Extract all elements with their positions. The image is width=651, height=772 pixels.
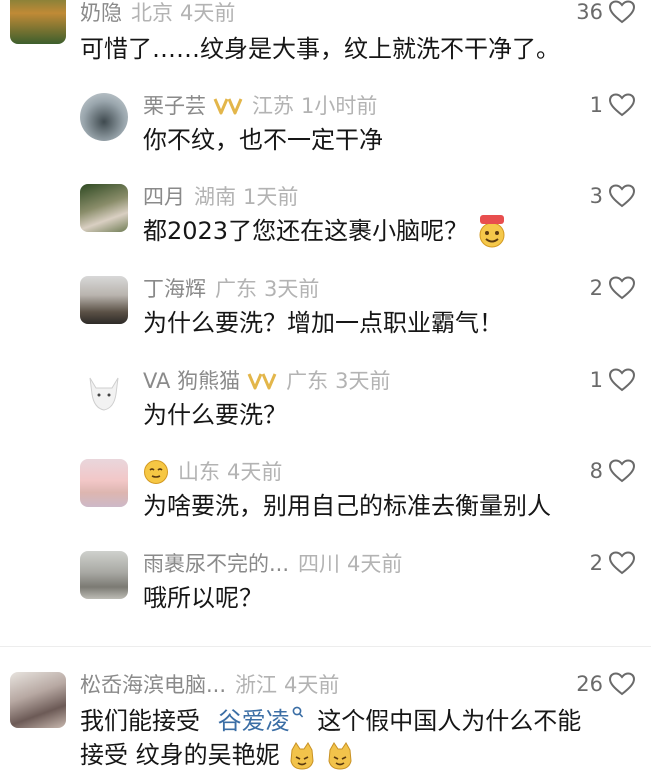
location: 江苏: [252, 94, 294, 118]
comment-text: 都2023了您还在这裹小脑呢？: [143, 214, 508, 249]
top-comment: 奶隐 北京 4天前 可惜了……纹身是大事，纹上就洗不干净了。 36: [0, 0, 651, 70]
search-tag-label: 谷爱凌: [217, 707, 290, 735]
emoji-666-icon: [479, 215, 505, 248]
like-button[interactable]: 2: [590, 551, 635, 575]
reply-item: 栗子芸 江苏 1小时前 你不纹，也不一定干净 1: [0, 93, 651, 163]
reply-item: 山东 4天前 为啥要洗，别用自己的标准去衡量别人 8: [0, 459, 651, 529]
cat-emoji-icon: [328, 742, 352, 770]
location: 广东: [215, 277, 257, 301]
cat-avatar-icon: [89, 377, 119, 411]
avatar[interactable]: [10, 672, 66, 728]
location: 湖南: [194, 185, 236, 209]
search-icon: [292, 706, 303, 718]
comment-text: 你不纹，也不一定干净: [143, 126, 383, 154]
reply-item: 丁海辉 广东 3天前 为什么要洗？增加一点职业霸气！ 2: [0, 276, 651, 346]
like-count: 3: [589, 184, 603, 208]
time: 4天前: [180, 1, 236, 25]
time: 3天前: [264, 277, 320, 301]
time: 4天前: [347, 552, 403, 576]
like-count: 1: [589, 368, 603, 392]
like-count: 36: [576, 0, 603, 24]
avatar[interactable]: [80, 93, 128, 141]
location: 山东: [178, 460, 220, 484]
location: 广东: [286, 369, 329, 393]
comment-text: 为什么要洗？: [143, 401, 287, 429]
heart-icon: [609, 0, 635, 24]
heart-icon: [609, 459, 635, 483]
location: 四川: [298, 552, 341, 576]
like-count: 2: [589, 276, 603, 300]
like-button[interactable]: 26: [576, 672, 635, 696]
like-button[interactable]: 1: [590, 93, 635, 117]
heart-icon: [609, 276, 635, 300]
username[interactable]: VA 狗熊猫: [143, 368, 240, 394]
comment-item: 松岙海滨电脑... 浙江 4天前 我们能接受 谷爱凌 这个假中国人为什么不能 接…: [0, 672, 651, 771]
comment-text-part: 这个假中国人为什么不能: [317, 707, 582, 735]
cat-emoji-icon: [290, 742, 314, 770]
search-tag-link[interactable]: 谷爱凌: [217, 706, 318, 735]
heart-icon: [609, 184, 635, 208]
like-count: 2: [589, 551, 603, 575]
heart-icon: [609, 551, 635, 575]
comment-text: 哦所以呢？: [143, 584, 263, 612]
reply-item: VA 狗熊猫 广东 3天前 为什么要洗？ 1: [0, 368, 651, 438]
comment-text-content: 都2023了您还在这裹小脑呢？: [143, 217, 469, 245]
badge-icon: [213, 96, 243, 116]
time: 3天前: [335, 369, 391, 393]
heart-icon: [609, 368, 635, 392]
time: 1天前: [243, 185, 299, 209]
username[interactable]: 丁海辉: [143, 276, 206, 302]
like-count: 1: [589, 93, 603, 117]
comment-text-line2: 接受 纹身的吴艳妮: [80, 738, 355, 772]
comment-text-part: 接受 纹身的吴艳妮: [80, 741, 280, 769]
like-count: 8: [589, 459, 603, 483]
avatar[interactable]: [80, 368, 128, 416]
like-button[interactable]: 1: [590, 368, 635, 392]
username[interactable]: 栗子芸: [143, 93, 206, 119]
badge-icon: [247, 371, 277, 391]
time: 4天前: [227, 460, 283, 484]
comment-text: 为啥要洗，别用自己的标准去衡量别人: [143, 492, 551, 520]
location: 北京: [131, 1, 173, 25]
comment-text-part: 我们能接受: [80, 707, 200, 735]
avatar[interactable]: [80, 551, 128, 599]
like-button[interactable]: 8: [590, 459, 635, 483]
username[interactable]: 松岙海滨电脑...: [80, 672, 226, 698]
divider: [0, 646, 651, 647]
avatar[interactable]: [10, 0, 66, 44]
like-count: 26: [576, 672, 603, 696]
like-button[interactable]: 2: [590, 276, 635, 300]
reply-item: 四月 湖南 1天前 都2023了您还在这裹小脑呢？ 3: [0, 184, 651, 254]
like-button[interactable]: 36: [576, 0, 635, 24]
avatar[interactable]: [80, 184, 128, 232]
comment-text: 可惜了……纹身是大事，纹上就洗不干净了。: [80, 35, 560, 63]
comment-text: 为什么要洗？增加一点职业霸气！: [143, 309, 503, 337]
reply-item: 雨裹尿不完的... 四川 4天前 哦所以呢？ 2: [0, 551, 651, 621]
avatar[interactable]: [80, 276, 128, 324]
emoji-avatar-icon: [144, 460, 168, 484]
comment-text: 我们能接受 谷爱凌 这个假中国人为什么不能: [80, 704, 581, 738]
location: 浙江: [235, 673, 278, 697]
time: 1小时前: [301, 94, 378, 118]
time: 4天前: [284, 673, 340, 697]
username[interactable]: 雨裹尿不完的...: [143, 551, 289, 577]
avatar[interactable]: [80, 459, 128, 507]
username[interactable]: 奶隐: [80, 0, 122, 26]
username[interactable]: 四月: [143, 184, 185, 210]
like-button[interactable]: 3: [590, 184, 635, 208]
heart-icon: [609, 93, 635, 117]
heart-icon: [609, 672, 635, 696]
